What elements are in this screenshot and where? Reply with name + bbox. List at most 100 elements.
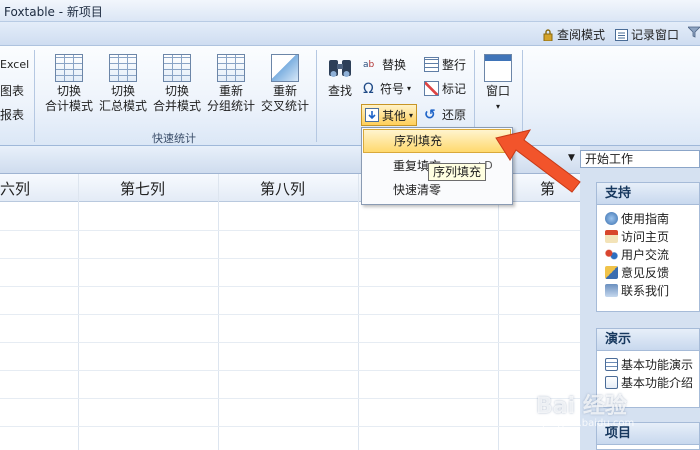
regroup-stats-button[interactable]: 重新 分组统计 [203, 54, 259, 128]
toggle-merge-mode-line1: 切换 [164, 84, 189, 98]
toggle-summary-mode-line2: 汇总模式 [98, 99, 147, 113]
column-header[interactable]: 第七列 [120, 178, 165, 199]
window-title: Foxtable - 新项目 [4, 5, 103, 19]
mark-button[interactable]: 标记 [424, 80, 466, 97]
mark-label: 标记 [442, 82, 467, 96]
watermark: Bai 经验 jingyan.baidu.com [536, 388, 686, 438]
toggle-merge-mode-button[interactable]: 切换 合并模式 [149, 54, 205, 128]
chevron-down-icon: ▾ [407, 84, 412, 93]
other-label: 其他 [382, 108, 407, 123]
restore-label: 还原 [442, 108, 467, 122]
replace-button[interactable]: ab 替换 [363, 56, 406, 73]
toggle-total-mode-line2: 合计模式 [44, 99, 93, 113]
read-mode-button[interactable]: 查阅模式 [542, 26, 605, 43]
window-label: 窗口 [485, 84, 510, 98]
summary-mode-icon [109, 54, 137, 82]
cross-stats-icon [271, 54, 299, 82]
other-button[interactable]: 其他 ▾ [361, 104, 418, 126]
column-divider [218, 174, 219, 450]
users-icon [605, 247, 618, 261]
quick-stats-group-label: 快速统计 [152, 132, 196, 145]
column-divider [358, 174, 359, 450]
symbol-button[interactable]: Ω 符号 ▾ [363, 80, 411, 97]
menu-item-quick-clear[interactable]: 快速清零 [363, 178, 511, 202]
support-link-contact[interactable]: 联系我们 [597, 281, 699, 299]
row-divider [0, 342, 580, 343]
demo-link-basic-demo[interactable]: 基本功能演示 [597, 355, 699, 373]
record-window-button[interactable]: 记录窗口 [615, 26, 679, 43]
replace-label: 替换 [382, 58, 407, 72]
home-icon [605, 229, 618, 243]
column-divider [498, 174, 499, 450]
support-link-homepage[interactable]: 访问主页 [597, 227, 699, 245]
document-icon [605, 375, 618, 389]
quick-access-bar: 查阅模式 记录窗口 [0, 22, 700, 46]
support-link-guide[interactable]: 使用指南 [597, 209, 699, 227]
column-header[interactable]: 第八列 [260, 178, 305, 199]
demo-link-label: 基本功能演示 [621, 357, 694, 372]
grid-icon [424, 57, 439, 72]
group-separator [316, 50, 317, 142]
ribbon: Excel 图表 报表 切换 合计模式 切换 汇总模式 切换 合并模式 重新 分… [0, 46, 700, 146]
column-header[interactable]: 六列 [0, 178, 30, 199]
omega-icon: Ω [363, 80, 374, 97]
title-bar: Foxtable - 新项目 [0, 0, 700, 22]
watermark-brand: Bai 经验 [536, 394, 627, 419]
support-link-label: 用户交流 [621, 247, 670, 262]
group-separator [34, 50, 35, 142]
demo-panel-title[interactable]: 演示 [597, 329, 699, 351]
excel-button[interactable]: Excel [0, 58, 29, 71]
watermark-url: jingyan.baidu.com [542, 418, 635, 429]
globe-icon [605, 211, 618, 225]
record-window-label: 记录窗口 [631, 28, 680, 42]
column-divider [78, 174, 79, 450]
report-button[interactable]: 报表 [0, 106, 24, 123]
filter-icon [687, 26, 700, 38]
filter-button[interactable] [687, 26, 700, 38]
restore-button[interactable]: ↺ 还原 [424, 106, 466, 123]
row-divider [0, 398, 580, 399]
feedback-icon [605, 265, 618, 279]
window-button[interactable]: 窗口 ▾ [478, 54, 518, 128]
toggle-total-mode-button[interactable]: 切换 合计模式 [41, 54, 97, 128]
row-divider [0, 370, 580, 371]
support-link-community[interactable]: 用户交流 [597, 245, 699, 263]
regroup-stats-line1: 重新 [218, 84, 243, 98]
toggle-total-mode-line1: 切换 [56, 84, 81, 98]
support-link-label: 使用指南 [621, 211, 670, 226]
window-list-icon [615, 28, 628, 41]
tooltip: 序列填充 [428, 163, 487, 181]
chevron-down-icon: ▾ [495, 102, 500, 111]
mark-icon [424, 81, 439, 96]
lock-icon [542, 28, 554, 41]
menu-item-sequence-fill[interactable]: 序列填充 [363, 129, 511, 153]
undo-icon: ↺ [424, 106, 436, 123]
toggle-summary-mode-line1: 切换 [110, 84, 135, 98]
support-panel-title[interactable]: 支持 [597, 183, 699, 205]
arrow-annotation-icon [495, 129, 581, 193]
pane-selector[interactable]: 开始工作 [580, 150, 700, 168]
find-button[interactable]: 查找 [320, 54, 360, 128]
regroup-stats-line2: 分组统计 [206, 99, 255, 113]
find-label: 查找 [327, 84, 352, 98]
row-divider [0, 426, 580, 427]
support-link-feedback[interactable]: 意见反馈 [597, 263, 699, 281]
binoculars-icon [326, 54, 354, 82]
recross-stats-button[interactable]: 重新 交叉统计 [257, 54, 313, 128]
replace-icon: ab [363, 59, 375, 70]
chevron-down-icon: ▾ [409, 110, 414, 120]
support-link-label: 意见反馈 [621, 265, 670, 280]
group-stats-icon [217, 54, 245, 82]
symbol-label: 符号 [380, 82, 405, 96]
row-divider [0, 314, 580, 315]
chart-button[interactable]: 图表 [0, 82, 24, 99]
support-link-label: 联系我们 [621, 283, 670, 298]
merge-mode-icon [163, 54, 191, 82]
toggle-merge-mode-line2: 合并模式 [152, 99, 201, 113]
row-divider [0, 258, 580, 259]
support-panel: 支持 使用指南 访问主页 用户交流 意见反馈 联系我们 [596, 182, 700, 312]
recross-stats-line2: 交叉统计 [260, 99, 309, 113]
toggle-summary-mode-button[interactable]: 切换 汇总模式 [95, 54, 151, 128]
tidy-row-button[interactable]: 整行 [424, 56, 466, 73]
tidy-row-label: 整行 [442, 58, 467, 72]
